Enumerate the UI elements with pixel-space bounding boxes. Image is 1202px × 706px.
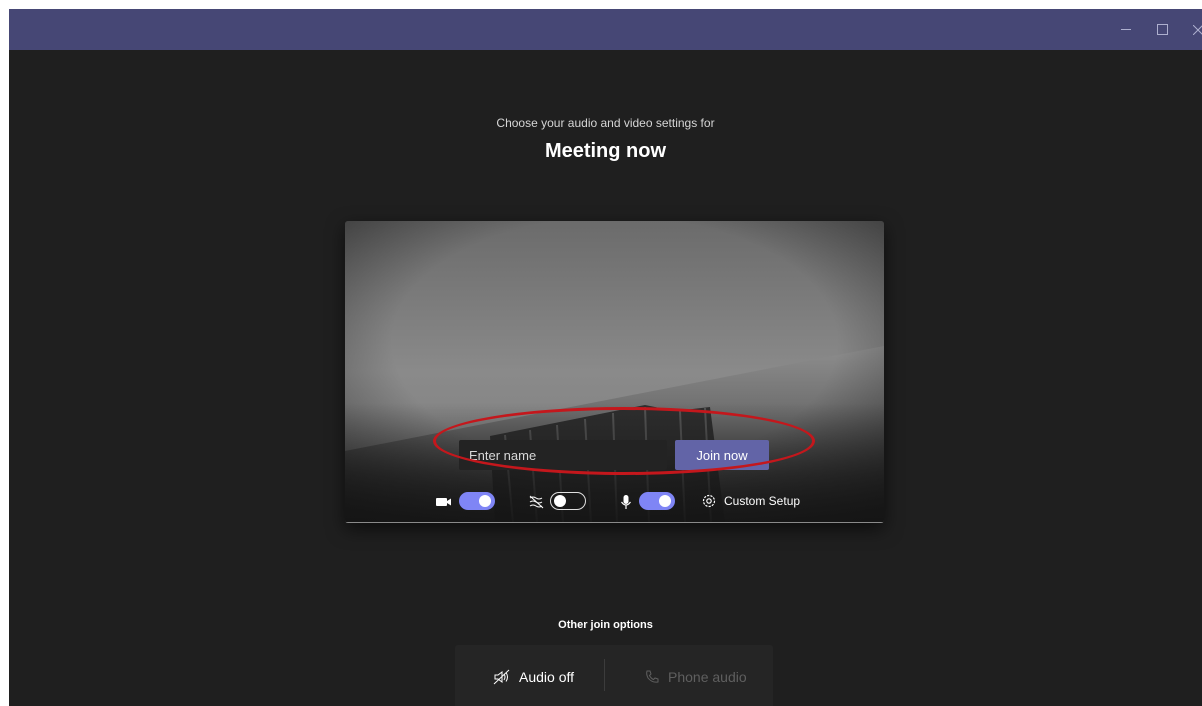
audio-off-option[interactable]: Audio off (493, 666, 574, 688)
device-controls: Custom Setup (345, 489, 884, 515)
custom-setup-label: Custom Setup (724, 494, 801, 508)
minimize-icon (1121, 29, 1131, 30)
title-bar (9, 9, 1202, 50)
maximize-button[interactable] (1144, 9, 1180, 50)
close-icon (1193, 24, 1202, 35)
video-preview: Join now (345, 221, 884, 523)
blur-toggle-knob (554, 495, 566, 507)
microphone-icon (621, 495, 631, 509)
phone-icon (646, 670, 659, 683)
phone-audio-label: Phone audio (668, 669, 747, 685)
name-input[interactable] (459, 440, 667, 470)
options-divider (604, 659, 605, 691)
maximize-icon (1156, 24, 1168, 35)
camera-toggle[interactable] (459, 492, 495, 510)
camera-toggle-knob (479, 495, 491, 507)
microphone-toggle-knob (659, 495, 671, 507)
other-join-options-label: Other join options (558, 619, 653, 631)
close-button[interactable] (1180, 9, 1202, 50)
preview-divider (345, 522, 884, 523)
background-blur-toggle[interactable] (550, 492, 586, 510)
other-join-options-panel: Audio off Phone audio (455, 645, 773, 706)
audio-off-label: Audio off (519, 669, 575, 685)
join-now-button[interactable]: Join now (675, 440, 769, 470)
speaker-off-icon (493, 669, 510, 685)
teams-prejoin-window: Choose your audio and video settings for… (9, 9, 1202, 706)
custom-setup-button[interactable]: Custom Setup (701, 491, 800, 511)
camera-icon (436, 498, 451, 506)
phone-audio-option[interactable]: Phone audio (644, 666, 747, 688)
meeting-title: Meeting now (544, 140, 667, 162)
background-blur-icon (529, 495, 544, 509)
microphone-toggle[interactable] (639, 492, 675, 510)
minimize-button[interactable] (1108, 9, 1144, 50)
gear-icon (702, 494, 716, 508)
settings-prompt: Choose your audio and video settings for (496, 116, 715, 130)
